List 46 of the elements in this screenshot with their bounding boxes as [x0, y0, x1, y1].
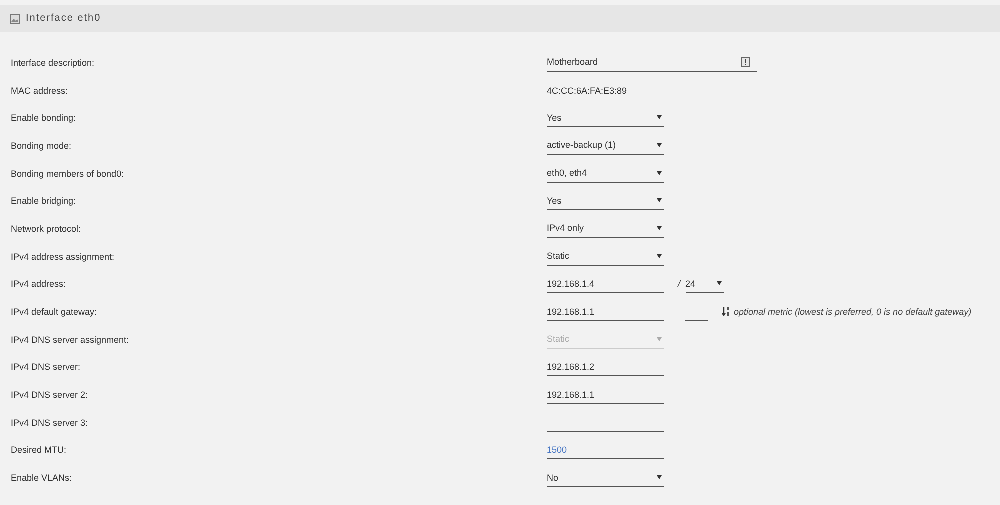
field-label: Network protocol:	[10, 224, 82, 234]
caret-icon	[657, 336, 662, 342]
field-label: Bonding members of bond0:	[10, 168, 126, 179]
dropdown[interactable]: eth0, eth4	[547, 164, 664, 183]
caret-icon	[657, 475, 662, 480]
sort-order-icon	[722, 307, 731, 318]
field-label: Desired MTU:	[10, 445, 68, 456]
image-icon	[10, 14, 20, 24]
dropdown[interactable]: No	[547, 469, 664, 488]
field-label: Interface description:	[10, 58, 96, 68]
field-label: IPv4 DNS server assignment:	[10, 334, 130, 345]
field-label: Bonding mode:	[10, 140, 73, 151]
dropdown[interactable]: IPv4 only	[547, 220, 664, 238]
caret-icon	[716, 281, 722, 286]
dropdown: Static	[547, 330, 664, 349]
field-label: MAC address:	[10, 86, 70, 96]
caret-icon	[657, 198, 662, 204]
dropdown[interactable]: Yes	[547, 109, 664, 128]
caret-icon	[657, 254, 662, 259]
mac-address-value: 4C:CC:6A:FA:E3:89	[547, 86, 628, 96]
field-label: IPv4 DNS server:	[10, 362, 82, 372]
panel-title: Interface eth0	[26, 13, 102, 24]
field-label: Enable bridging:	[10, 196, 78, 206]
dropdown[interactable]: Yes	[547, 192, 664, 210]
field-label: IPv4 DNS server 3:	[10, 418, 90, 428]
caret-icon	[657, 142, 662, 148]
field-label: IPv4 address assignment:	[10, 252, 116, 262]
caret-icon	[657, 115, 662, 120]
input-field[interactable]: 1500	[547, 441, 664, 460]
prefix-dropdown[interactable]: 24	[686, 275, 724, 294]
field-label: IPv4 DNS server 2:	[10, 390, 90, 400]
input-field[interactable]: 192.168.1.1	[547, 386, 664, 404]
field-label: Enable bonding:	[10, 113, 78, 124]
field-label: Enable VLANs:	[10, 473, 74, 484]
hint-text: optional metric (lowest is preferred, 0 is no default gateway)	[734, 307, 972, 318]
info-icon[interactable]	[741, 56, 750, 67]
caret-icon	[657, 170, 662, 176]
input-field[interactable]: 192.168.1.4	[547, 275, 664, 294]
field-label: IPv4 address:	[10, 279, 68, 290]
field-label: IPv4 default gateway:	[10, 307, 98, 318]
dropdown[interactable]: Static	[547, 248, 664, 266]
caret-icon	[657, 226, 662, 231]
input-field[interactable]: 192.168.1.1	[547, 303, 664, 322]
slash-separator: /	[678, 279, 681, 290]
dropdown[interactable]: active-backup (1)	[547, 136, 664, 155]
input-field[interactable]: 192.168.1.2	[547, 358, 664, 376]
